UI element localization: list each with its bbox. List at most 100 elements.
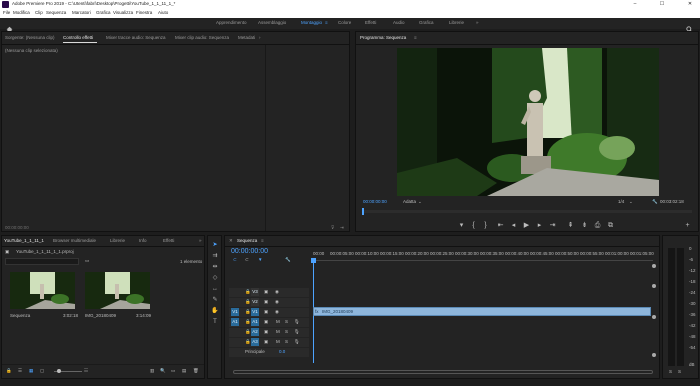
- voiceover-mic-icon[interactable]: 🎙: [294, 319, 300, 325]
- automate-sequence-icon[interactable]: ▥: [150, 368, 154, 374]
- track-lock-icon[interactable]: 🔒: [245, 319, 251, 325]
- minimize-button[interactable]: –: [630, 1, 640, 8]
- tab-effect-controls[interactable]: Controllo effetti: [63, 35, 93, 41]
- menu-sequenza[interactable]: Sequenza: [46, 10, 66, 16]
- slip-tool-icon[interactable]: ↔: [210, 286, 220, 293]
- new-bin-icon[interactable]: ▭: [85, 258, 89, 264]
- track-scroll-handle[interactable]: [652, 284, 656, 288]
- track-scroll-handle[interactable]: [652, 264, 656, 268]
- track-header-v2[interactable]: 🔒 V2 ▣ ◉: [229, 298, 309, 307]
- track-sync-icon[interactable]: ▣: [264, 339, 268, 345]
- solo-button[interactable]: S: [285, 339, 288, 345]
- pen-tool-icon[interactable]: ✎: [210, 297, 220, 304]
- clear-icon[interactable]: 🗑: [193, 368, 199, 374]
- menu-file[interactable]: File: [3, 10, 10, 16]
- fit-dropdown[interactable]: Adatta: [403, 199, 416, 205]
- selection-tool-icon[interactable]: ➤: [210, 242, 220, 249]
- search-icon[interactable]: [686, 20, 693, 33]
- tab-media-browser[interactable]: Browser multimediale: [53, 238, 96, 244]
- snap-icon[interactable]: ⊂: [233, 257, 237, 263]
- track-header-a2[interactable]: 🔒 A2 ▣ M S 🎙: [229, 328, 309, 337]
- step-forward-icon[interactable]: ▸: [535, 222, 544, 230]
- resolution-dropdown[interactable]: 1/4: [618, 199, 624, 205]
- track-lock-icon[interactable]: 🔒: [245, 309, 251, 315]
- tab-source[interactable]: Sorgente: (Nessuna clip): [5, 35, 55, 41]
- mark-out-icon[interactable]: }: [481, 222, 490, 230]
- razor-tool-icon[interactable]: ◇: [210, 275, 220, 282]
- hand-tool-icon[interactable]: ✋: [210, 308, 220, 315]
- master-volume[interactable]: 0.0: [279, 349, 285, 355]
- track-lock-icon[interactable]: 🔒: [245, 339, 251, 345]
- timeline-settings-icon[interactable]: 🔧: [285, 257, 291, 263]
- zoom-slider-handle[interactable]: [57, 369, 61, 373]
- track-label-v1[interactable]: V1: [251, 308, 259, 316]
- track-label-v2[interactable]: V2: [251, 298, 259, 306]
- tab-metadata[interactable]: Metadati: [238, 35, 255, 41]
- find-icon[interactable]: 🔍: [160, 368, 166, 374]
- voiceover-mic-icon[interactable]: 🎙: [294, 339, 300, 345]
- track-lock-icon[interactable]: 🔒: [245, 329, 251, 335]
- resolution-chevron-icon[interactable]: ⌄: [629, 199, 633, 205]
- track-sync-icon[interactable]: ▣: [264, 299, 268, 305]
- export-icon[interactable]: ⇥: [340, 225, 344, 231]
- track-scroll-handle[interactable]: [652, 315, 656, 319]
- export-frame-icon[interactable]: ⎙: [593, 222, 602, 230]
- maximize-button[interactable]: ☐: [657, 1, 667, 8]
- menu-grafica[interactable]: Grafica: [96, 10, 111, 16]
- track-header-a3[interactable]: 🔒 A3 ▣ M S 🎙: [229, 338, 309, 347]
- workspace-librerie[interactable]: Librerie: [449, 20, 464, 26]
- new-item-icon[interactable]: ▤: [182, 368, 186, 374]
- track-sync-icon[interactable]: ▣: [264, 319, 268, 325]
- effect-controls-timecode[interactable]: 00:00:00:00: [5, 225, 29, 231]
- track-label-a3[interactable]: A3: [251, 338, 259, 346]
- write-protect-icon[interactable]: 🔒: [6, 368, 12, 374]
- tab-audio-clip-mixer[interactable]: Mixer clip audio: Sequenza: [175, 35, 229, 41]
- tab-libraries[interactable]: Librerie: [110, 238, 125, 244]
- track-label-a1[interactable]: A1: [251, 318, 259, 326]
- workspace-menu-icon[interactable]: ≡: [325, 20, 328, 26]
- track-header-v3[interactable]: 🔒 V3 ▣ ◉: [229, 288, 309, 297]
- tab-effects[interactable]: Effetti: [163, 238, 174, 244]
- menu-clip[interactable]: Clip: [35, 10, 43, 16]
- add-marker-icon[interactable]: ▾: [457, 222, 466, 230]
- track-label-a2[interactable]: A2: [251, 328, 259, 336]
- button-editor-icon[interactable]: +: [683, 222, 692, 230]
- track-label-v3[interactable]: V3: [251, 288, 259, 296]
- track-eye-icon[interactable]: ◉: [275, 299, 279, 305]
- timeline-close-icon[interactable]: ✕: [229, 238, 233, 244]
- lift-icon[interactable]: ⇞: [566, 222, 575, 230]
- close-button[interactable]: ✕: [685, 1, 695, 8]
- track-lock-icon[interactable]: 🔒: [245, 289, 251, 295]
- track-eye-icon[interactable]: ◉: [275, 289, 279, 295]
- add-marker-timeline-icon[interactable]: ▼: [258, 257, 262, 263]
- mute-button[interactable]: M: [276, 339, 280, 345]
- freeform-view-icon[interactable]: ▢: [40, 368, 44, 374]
- meter-solo-button[interactable]: S: [678, 369, 681, 375]
- timeline-tab[interactable]: Sequenza: [237, 238, 257, 244]
- timeline-menu-icon[interactable]: ≡: [261, 238, 264, 244]
- go-to-out-icon[interactable]: ⇥: [548, 222, 557, 230]
- panel-expand-icon[interactable]: ›: [259, 35, 261, 41]
- video-clip[interactable]: fx IMG_20180409: [313, 307, 651, 316]
- play-icon[interactable]: ▶: [522, 222, 531, 230]
- project-item-thumbnail[interactable]: [10, 272, 75, 309]
- menu-aiuto[interactable]: Aiuto: [158, 10, 168, 16]
- tab-info[interactable]: Info: [139, 238, 147, 244]
- mark-in-icon[interactable]: {: [469, 222, 478, 230]
- extract-icon[interactable]: ⇟: [580, 222, 589, 230]
- track-sync-icon[interactable]: ▣: [264, 289, 268, 295]
- workspace-colore[interactable]: Colore: [338, 20, 351, 26]
- program-scrub-bar[interactable]: [362, 210, 692, 213]
- menu-visualizza[interactable]: Visualizza: [113, 10, 133, 16]
- program-playhead[interactable]: [362, 208, 364, 215]
- go-to-in-icon[interactable]: ⇤: [496, 222, 505, 230]
- sort-icons-icon[interactable]: ☷: [84, 368, 88, 374]
- workspace-effetti[interactable]: Effetti: [365, 20, 376, 26]
- step-back-icon[interactable]: ◂: [509, 222, 518, 230]
- solo-button[interactable]: S: [285, 329, 288, 335]
- workspace-audio[interactable]: Audio: [393, 20, 405, 26]
- track-eye-icon[interactable]: ◉: [275, 309, 279, 315]
- workspace-more-icon[interactable]: »: [476, 20, 479, 26]
- track-header-v1[interactable]: V1 🔒 V1 ▣ ◉: [229, 308, 309, 317]
- track-lock-icon[interactable]: 🔒: [245, 299, 251, 305]
